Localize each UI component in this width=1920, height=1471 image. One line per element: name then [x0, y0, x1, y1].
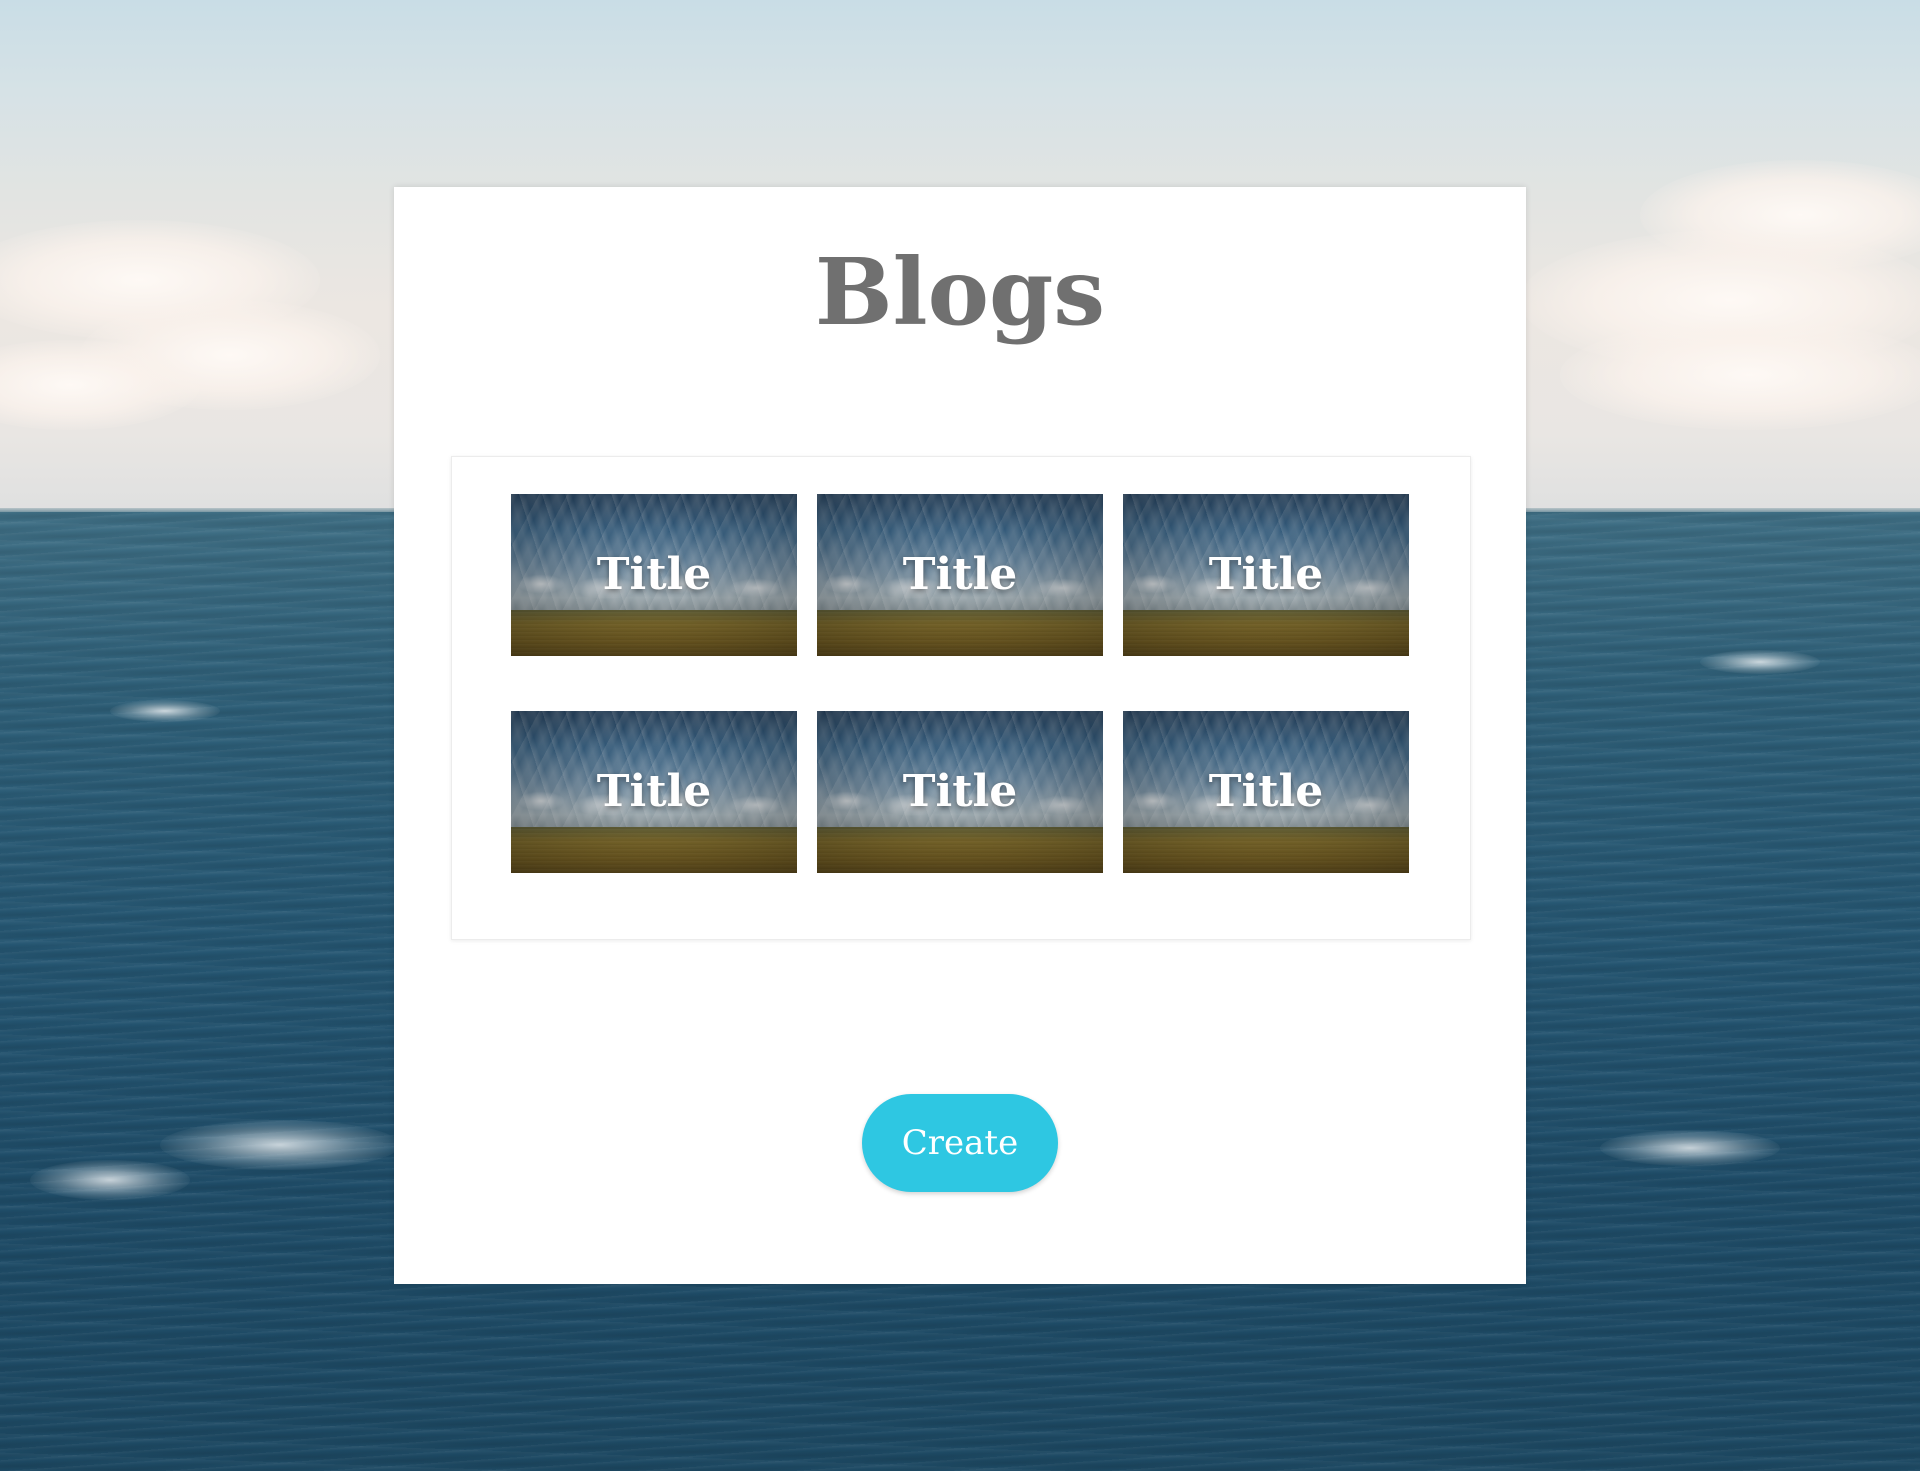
- blog-card-title: Title: [902, 549, 1018, 600]
- page-title: Blogs: [814, 238, 1106, 346]
- blog-card[interactable]: Title: [1123, 494, 1409, 656]
- wave-foam: [1600, 1130, 1780, 1166]
- blog-card-title: Title: [596, 549, 712, 600]
- blog-card[interactable]: Title: [817, 494, 1103, 656]
- blog-card-title: Title: [596, 766, 712, 817]
- blog-card-title: Title: [1208, 766, 1324, 817]
- blog-card-title: Title: [902, 766, 1018, 817]
- wave-foam: [30, 1160, 190, 1200]
- blog-card[interactable]: Title: [511, 711, 797, 873]
- blog-card[interactable]: Title: [511, 494, 797, 656]
- wave-foam: [110, 700, 220, 722]
- wave-foam: [160, 1120, 400, 1170]
- create-button[interactable]: Create: [862, 1094, 1058, 1192]
- blog-card[interactable]: Title: [817, 711, 1103, 873]
- blog-card-title: Title: [1208, 549, 1324, 600]
- blog-card[interactable]: Title: [1123, 711, 1409, 873]
- wave-foam: [1700, 650, 1820, 674]
